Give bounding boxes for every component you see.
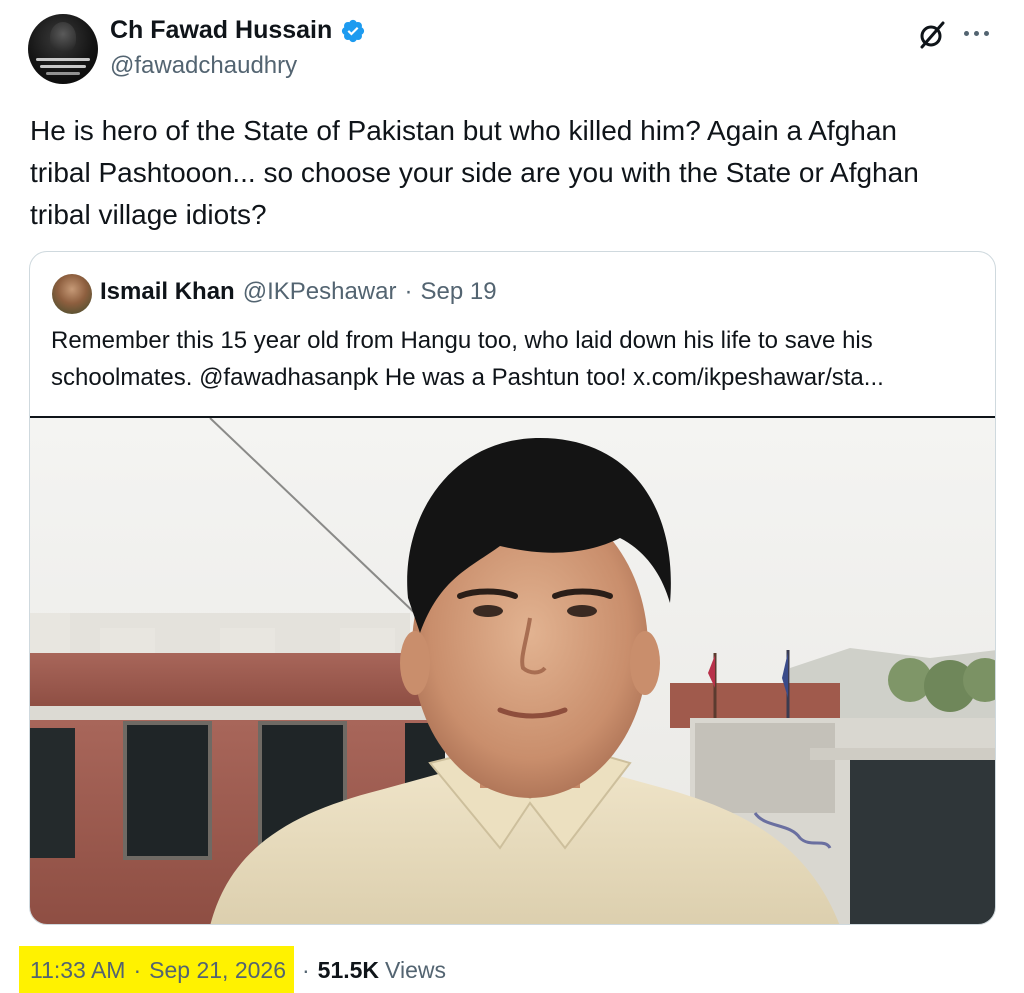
avatar-script-line	[36, 58, 90, 61]
more-icon[interactable]	[964, 28, 994, 38]
verified-badge-icon	[342, 19, 365, 42]
quoted-author-avatar[interactable]	[52, 274, 92, 314]
meta-separator: ·	[302, 956, 310, 983]
quoted-media-photo[interactable]	[30, 416, 995, 924]
grok-icon[interactable]	[917, 20, 947, 50]
meta-separator: ·	[133, 956, 142, 983]
views-count[interactable]: 51.5K	[318, 957, 379, 984]
tweet-meta: 11:33 AM · Sep 21, 2026 · 51.5K Views	[19, 946, 446, 993]
quoted-display-name[interactable]: Ismail Khan	[100, 278, 235, 306]
avatar-figure	[50, 22, 76, 52]
tweet-time: 11:33 AM	[30, 956, 126, 983]
photo-illustration	[30, 418, 995, 924]
quoted-header: Ismail Khan @IKPeshawar · Sep 19	[100, 278, 497, 306]
quoted-text: Remember this 15 year old from Hangu too…	[51, 327, 884, 391]
more-dot	[964, 30, 969, 36]
author-handle[interactable]: @fawadchaudhry	[110, 52, 297, 80]
more-dot	[974, 30, 979, 36]
tweet-date: Sep 21, 2026	[149, 956, 286, 983]
author-avatar[interactable]	[28, 14, 98, 84]
quoted-separator: ·	[404, 278, 413, 305]
avatar-script-line	[40, 65, 86, 68]
quoted-tweet[interactable]: Ismail Khan @IKPeshawar · Sep 19 Remembe…	[29, 251, 996, 925]
views-label: Views	[385, 956, 446, 983]
quoted-date[interactable]: Sep 19	[420, 278, 496, 306]
quoted-handle[interactable]: @IKPeshawar	[243, 278, 397, 306]
avatar-script-line	[46, 72, 80, 75]
author-display-name[interactable]: Ch Fawad Hussain	[110, 16, 332, 45]
tweet-text: He is hero of the State of Pakistan but …	[30, 115, 919, 230]
author-name-row: Ch Fawad Hussain	[110, 16, 366, 45]
more-dot	[984, 30, 989, 36]
timestamp-highlight[interactable]: 11:33 AM · Sep 21, 2026	[19, 946, 294, 993]
